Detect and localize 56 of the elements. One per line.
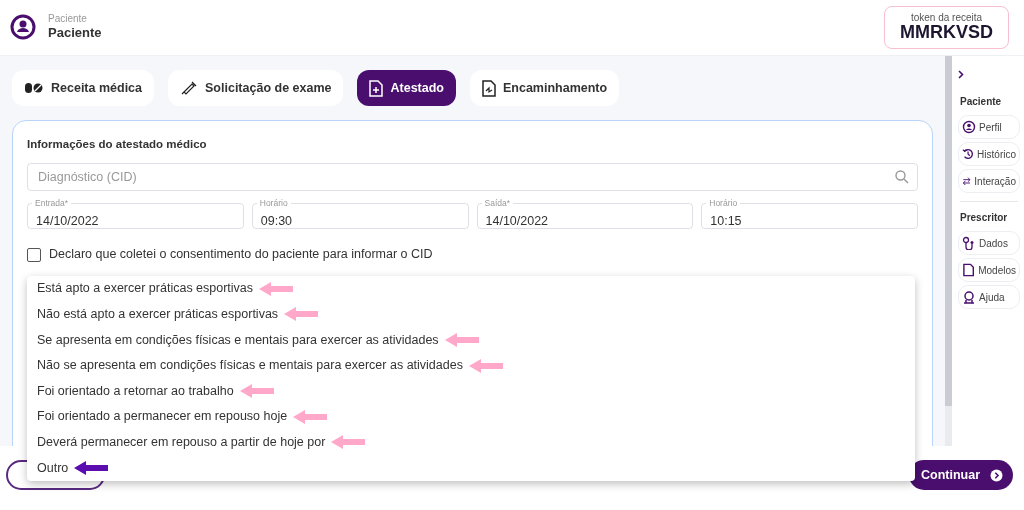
dropdown-option[interactable]: Não se apresenta em condições físicas e mentais para exercer as atividades bbox=[37, 356, 463, 375]
chevron-right-icon[interactable] bbox=[958, 70, 964, 80]
continue-button[interactable]: Continuar bbox=[908, 460, 1013, 490]
field-input[interactable]: 14/10/2022 bbox=[36, 212, 235, 229]
scrollbar[interactable] bbox=[945, 56, 952, 446]
sidebar-button[interactable]: Interação bbox=[958, 169, 1020, 193]
swap-arrows-icon bbox=[962, 174, 972, 188]
dropdown-option[interactable]: Outro bbox=[37, 458, 69, 478]
field-input[interactable]: 10:15 bbox=[710, 212, 909, 229]
history-icon bbox=[962, 147, 975, 161]
pills-icon bbox=[24, 82, 44, 94]
field-label: Entrada* bbox=[34, 199, 70, 208]
search-input[interactable]: Diagnóstico (CID) bbox=[36, 166, 895, 188]
token-label: token da receita bbox=[910, 12, 983, 24]
tab[interactable]: Receita médica bbox=[12, 70, 155, 106]
sidebar-button[interactable]: Histórico bbox=[958, 142, 1020, 166]
dropdown-option[interactable]: Foi orientado a permanecer em repouso hoje bbox=[37, 407, 288, 427]
field-input[interactable]: 14/10/2022 bbox=[485, 212, 685, 229]
sidebar-button[interactable]: Dados bbox=[958, 231, 1020, 255]
input-field[interactable]: Entrada* 14/10/2022 bbox=[27, 199, 244, 230]
tab[interactable]: Encaminhamento bbox=[469, 70, 620, 106]
input-field[interactable]: Horário 09:30 bbox=[251, 199, 469, 230]
dropdown-option[interactable]: Está apto a exercer práticas esportivas bbox=[37, 279, 254, 299]
dropdown-option[interactable]: Foi orientado a retornar ao trabalho bbox=[37, 381, 234, 401]
token-code: MMRKVSD bbox=[900, 23, 993, 43]
consent-checkbox[interactable] bbox=[27, 247, 41, 262]
form-title: Informações do atestado médico bbox=[27, 137, 208, 152]
user-avatar-icon bbox=[10, 14, 36, 41]
field-label: Horário bbox=[708, 199, 739, 208]
sidebar-button[interactable]: Ajuda bbox=[958, 285, 1020, 309]
sidebar-heading: Paciente bbox=[960, 95, 1003, 109]
document-icon bbox=[481, 79, 496, 97]
sidebar-button[interactable]: Perfil bbox=[958, 115, 1020, 139]
input-field[interactable]: Horário 10:15 bbox=[701, 199, 918, 230]
patient-caption: Paciente bbox=[48, 13, 88, 26]
support-icon bbox=[962, 290, 976, 304]
document-icon bbox=[962, 263, 976, 277]
search-icon bbox=[895, 170, 909, 185]
tab[interactable]: Solicitação de exame bbox=[168, 70, 344, 106]
stethoscope-icon bbox=[962, 236, 976, 250]
field-label: Saída* bbox=[483, 199, 512, 208]
tab[interactable]: Atestado bbox=[357, 70, 456, 106]
document-plus-icon bbox=[369, 79, 384, 97]
profile-icon bbox=[962, 120, 976, 134]
field-label: Horário bbox=[258, 199, 289, 208]
consent-label: Declaro que coletei o consentimento do paciente para informar o CID bbox=[49, 246, 433, 264]
field-input[interactable]: 09:30 bbox=[260, 212, 460, 229]
patient-name: Paciente bbox=[48, 25, 102, 42]
arrow-circle-icon bbox=[990, 468, 1003, 482]
input-field[interactable]: Saída* 14/10/2022 bbox=[476, 199, 694, 230]
dropdown-option[interactable]: Não está apto a exercer práticas esportivas bbox=[37, 305, 279, 324]
sidebar-heading: Prescritor bbox=[960, 211, 1009, 225]
dropdown-option[interactable]: Deverá permanecer em repouso a partir de hoje por bbox=[37, 433, 326, 452]
search-field[interactable]: Diagnóstico (CID) bbox=[27, 163, 918, 192]
dropdown-option[interactable]: Se apresenta em condições físicas e mentais para exercer as atividades bbox=[37, 330, 439, 350]
sidebar-button[interactable]: Modelos bbox=[958, 258, 1020, 282]
